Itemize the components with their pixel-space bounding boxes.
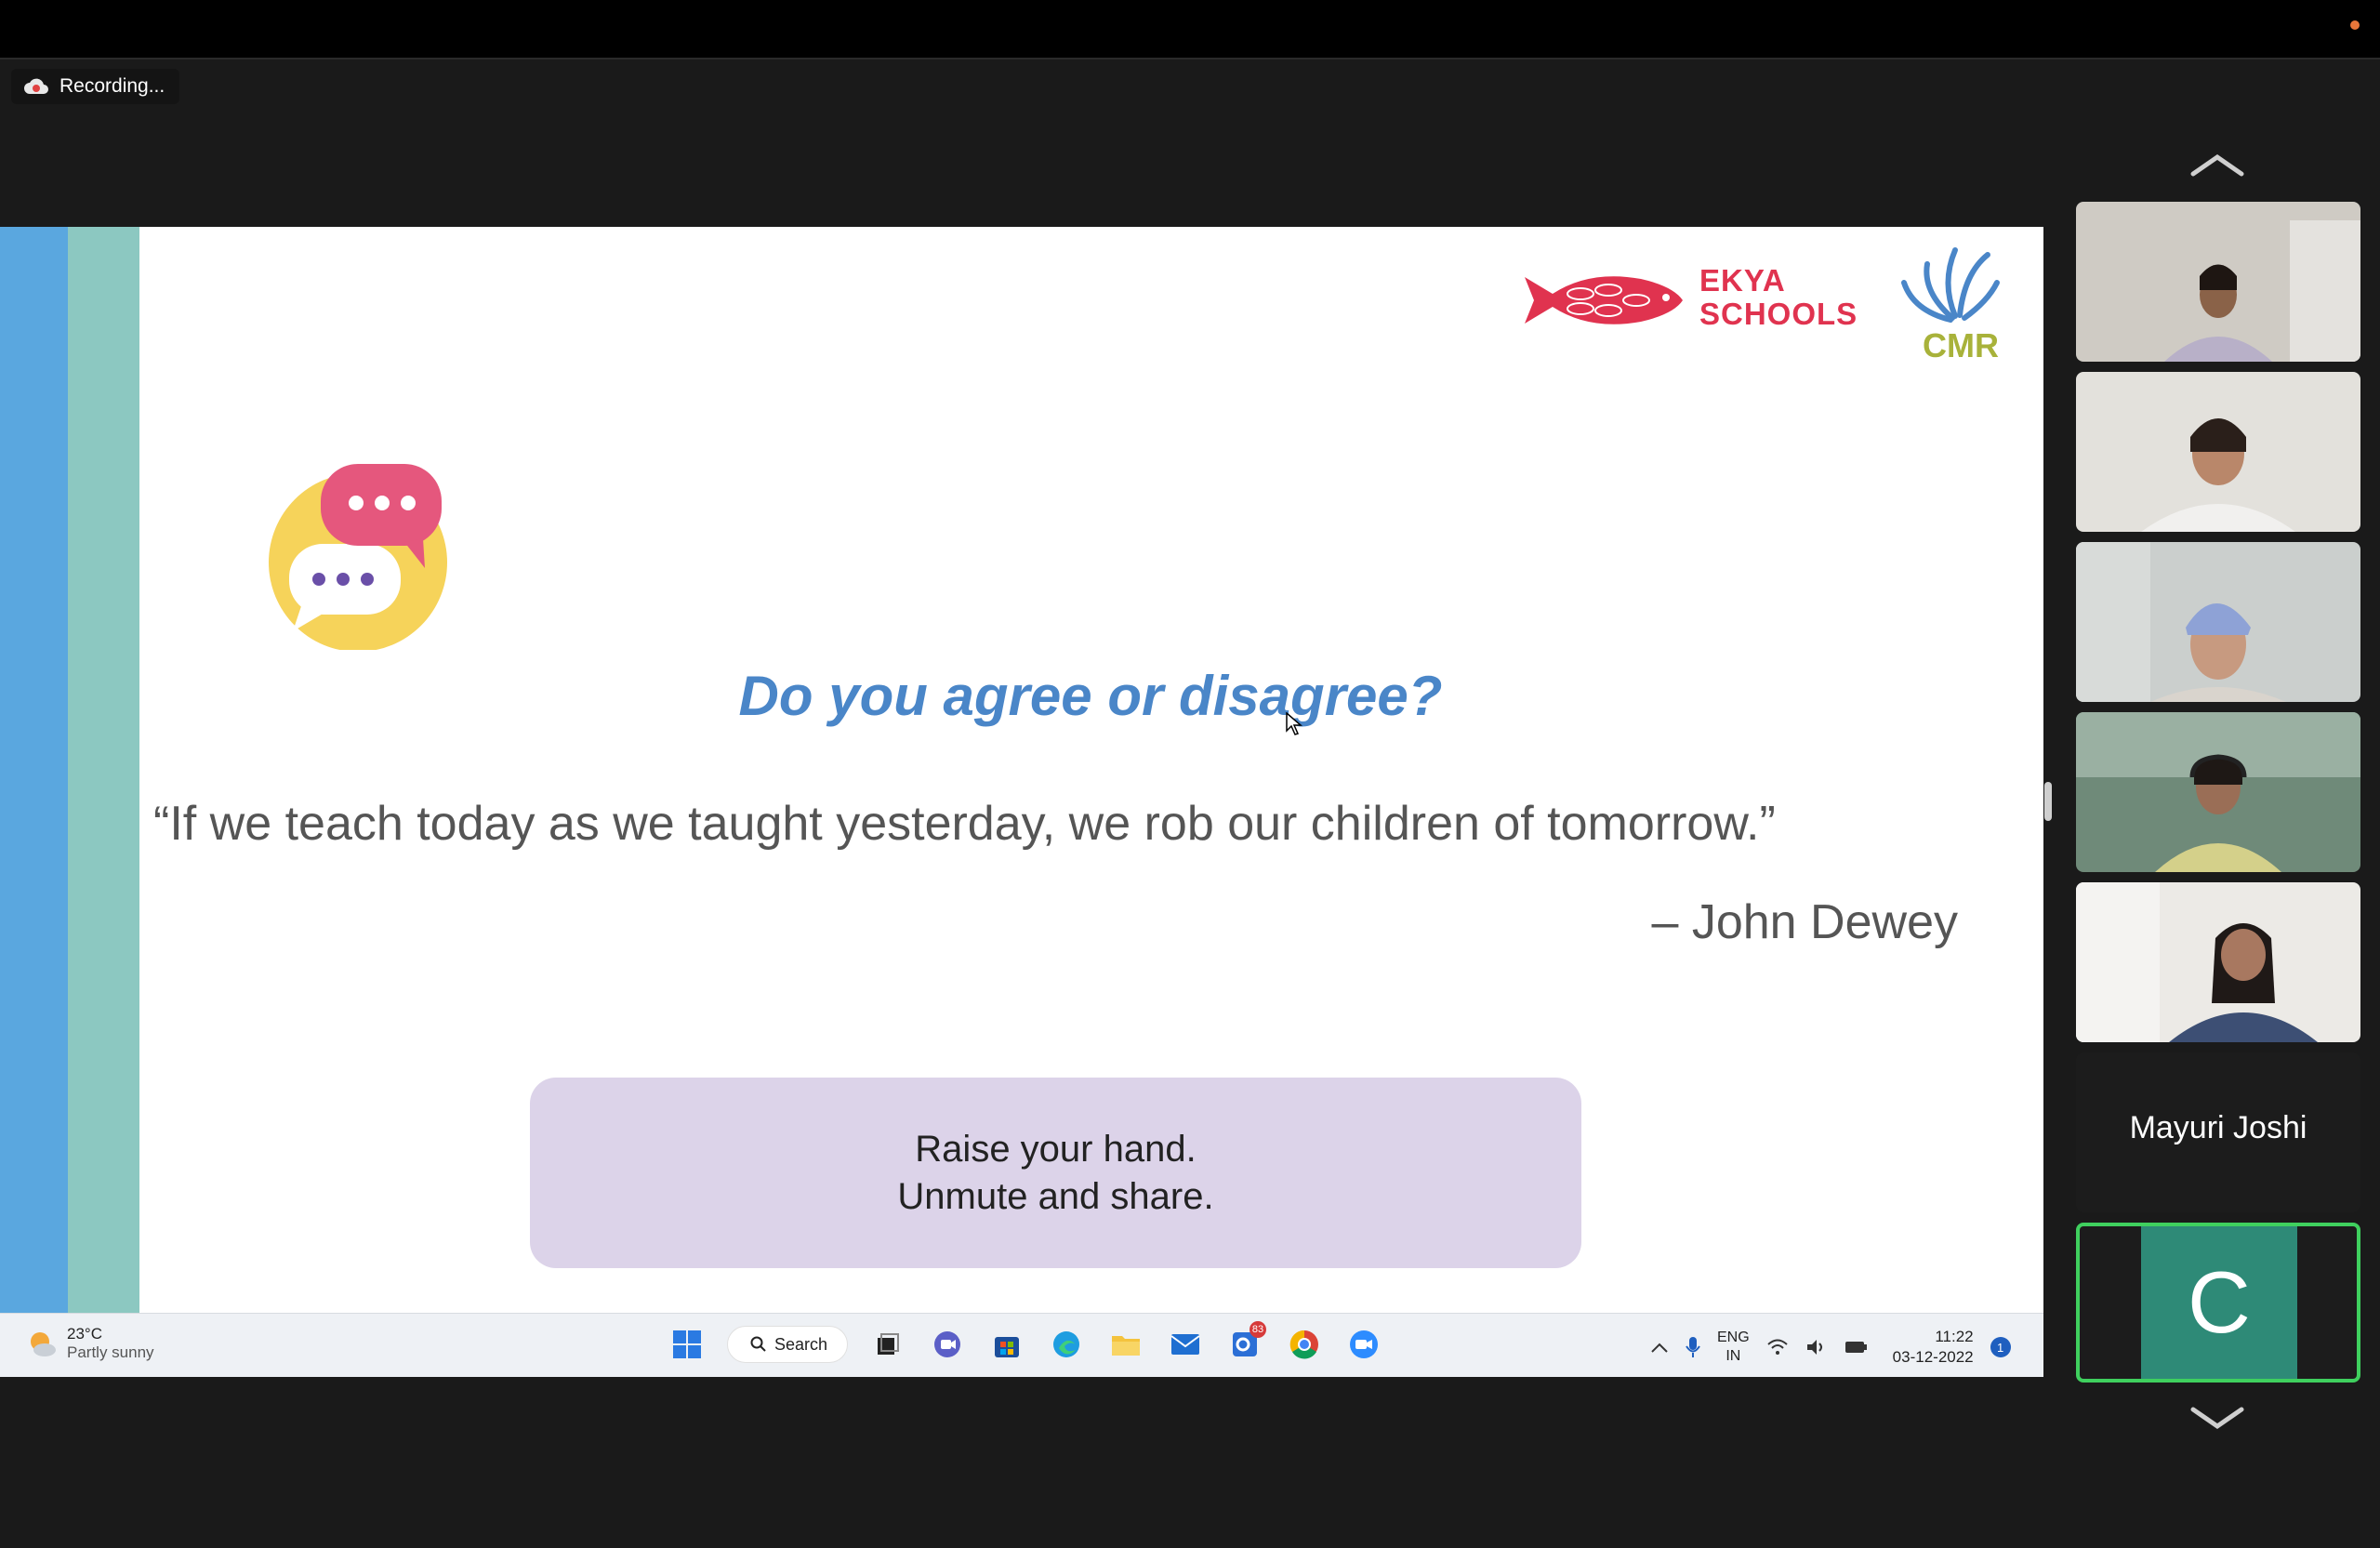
clock-time: 11:22 — [1935, 1328, 1974, 1345]
teams-chat-icon — [934, 1331, 960, 1357]
chat-bubbles-icon — [269, 464, 447, 650]
language-indicator[interactable]: ENG IN — [1717, 1329, 1750, 1366]
slide-title: Do you agree or disagree? — [738, 665, 1443, 727]
lang-line-1: ENG — [1717, 1330, 1750, 1345]
slide-stripe-teal — [68, 227, 139, 1313]
ekya-schools-logo-text: EKYA SCHOOLS — [1699, 264, 1858, 331]
callout-line-1: Raise your hand. — [915, 1128, 1197, 1170]
microphone-icon[interactable] — [1686, 1336, 1700, 1358]
participant-video-tile-4[interactable] — [2076, 712, 2360, 872]
weather-temp: 23°C — [67, 1325, 102, 1343]
volume-icon[interactable] — [1805, 1338, 1828, 1356]
app-with-badge-button[interactable]: 83 — [1225, 1321, 1266, 1364]
participant-video-tile-1[interactable] — [2076, 202, 2360, 362]
shared-taskbar: 23°C Partly sunny Search 83 ENG IN 11:22… — [0, 1313, 2043, 1377]
file-explorer-button[interactable] — [1106, 1325, 1145, 1364]
search-label: Search — [774, 1334, 828, 1354]
cloud-recording-icon — [24, 78, 48, 94]
mouse-cursor-icon — [1286, 712, 1302, 735]
store-button[interactable] — [987, 1325, 1026, 1364]
logo-line-1: EKYA — [1699, 263, 1786, 298]
cmr-swan-logo-icon: CMR — [1901, 247, 2000, 364]
participant-video-2 — [2076, 372, 2360, 532]
chrome-browser-icon — [1289, 1330, 1318, 1359]
window-top-bar — [0, 0, 2380, 60]
chat-app-button[interactable] — [928, 1325, 967, 1364]
callout-line-2: Unmute and share. — [897, 1175, 1214, 1217]
folder-icon — [1112, 1336, 1140, 1356]
edge-button[interactable] — [1047, 1325, 1086, 1364]
edge-browser-icon — [1053, 1331, 1079, 1357]
recording-label: Recording... — [60, 75, 165, 97]
clock[interactable]: 11:22 03-12-2022 — [1893, 1327, 1974, 1368]
callout-box: Raise your hand. Unmute and share. — [530, 1078, 1581, 1268]
partly-sunny-icon — [31, 1332, 56, 1356]
chevron-down-icon[interactable] — [2189, 1404, 2245, 1432]
participant-avatar-tile-active[interactable]: C — [2076, 1223, 2360, 1383]
weather-widget[interactable]: 23°C Partly sunny — [26, 1325, 154, 1362]
lang-line-2: IN — [1726, 1348, 1741, 1364]
clock-date: 03-12-2022 — [1892, 1348, 1974, 1366]
system-tray: ENG IN 11:22 03-12-2022 1 — [1650, 1327, 2011, 1368]
participant-video-tile-5[interactable] — [2076, 882, 2360, 1042]
weather-desc: Partly sunny — [67, 1343, 154, 1361]
mail-icon — [1170, 1334, 1200, 1355]
participant-video-3 — [2076, 542, 2360, 702]
task-view-button[interactable] — [868, 1325, 907, 1364]
task-view-icon — [878, 1333, 899, 1355]
microsoft-store-icon — [995, 1337, 1019, 1357]
logo-line-2: SCHOOLS — [1699, 297, 1858, 331]
search-icon — [750, 1336, 766, 1352]
quote-author: – John Dewey — [1651, 895, 1958, 949]
zoom-app-icon — [1350, 1330, 1378, 1358]
participant-video-tile-2[interactable] — [2076, 372, 2360, 532]
start-button[interactable] — [668, 1325, 707, 1364]
slide-stripe-blue — [0, 227, 68, 1313]
notification-count[interactable]: 1 — [1990, 1337, 2011, 1357]
chevron-up-icon[interactable] — [2189, 152, 2245, 179]
panel-resize-handle[interactable] — [2044, 782, 2052, 821]
cmr-logo-text: CMR — [1923, 326, 1999, 364]
wifi-icon[interactable] — [1766, 1338, 1789, 1356]
avatar: C — [2141, 1226, 2297, 1379]
mail-button[interactable] — [1166, 1325, 1205, 1364]
taskbar-search[interactable]: Search — [727, 1326, 848, 1363]
ekya-fish-logo-icon — [1525, 276, 1683, 324]
shared-slide: EKYA SCHOOLS CMR Do you agree or disagre… — [0, 227, 2043, 1313]
notification-badge: 83 — [1250, 1321, 1266, 1338]
participant-video-tile-3[interactable] — [2076, 542, 2360, 702]
recording-indicator[interactable]: Recording... — [11, 69, 180, 104]
chrome-button[interactable] — [1285, 1325, 1324, 1364]
participant-video-4 — [2076, 712, 2360, 872]
slide-quote: “If we teach today as we taught yesterda… — [153, 797, 1776, 851]
participant-name: Mayuri Joshi — [2129, 1110, 2307, 1145]
chevron-up-icon[interactable] — [1650, 1341, 1669, 1354]
zoom-button[interactable] — [1344, 1325, 1383, 1364]
battery-icon[interactable] — [1844, 1339, 1869, 1356]
windows-logo-icon — [673, 1330, 701, 1358]
status-dot — [2350, 20, 2360, 30]
participant-video-1 — [2076, 202, 2360, 362]
participant-video-5 — [2076, 882, 2360, 1042]
participant-name-tile[interactable]: Mayuri Joshi — [2076, 1052, 2360, 1212]
